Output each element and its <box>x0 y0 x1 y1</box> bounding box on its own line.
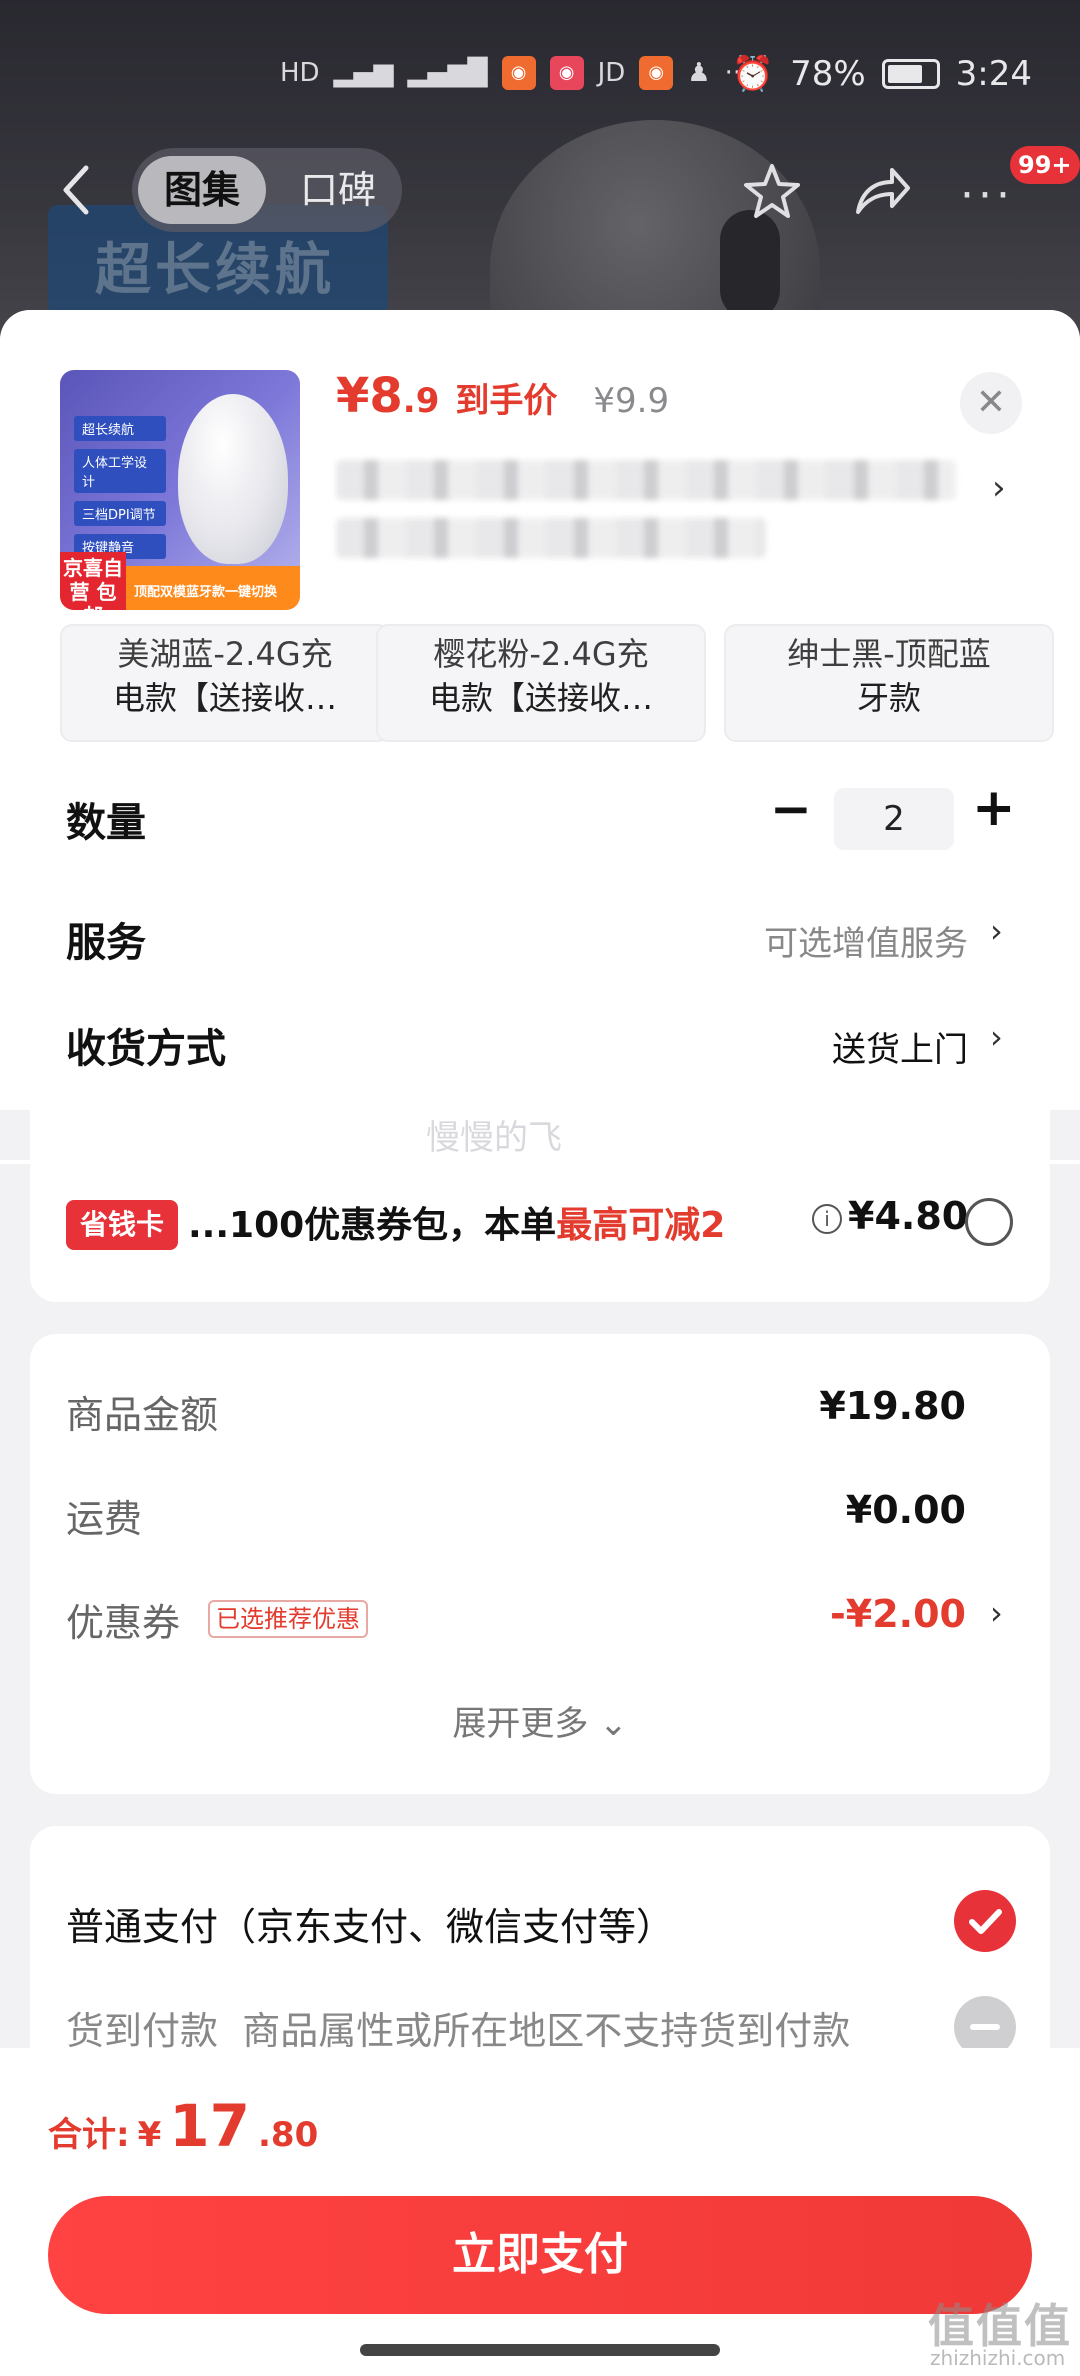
status-icons: HD ▂▄▆ ▂▄▆█ ◉ ◉ JD ◉ ♟ ··· <box>280 56 749 90</box>
share-icon[interactable] <box>852 162 912 220</box>
status-bar: HD ▂▄▆ ▂▄▆█ ◉ ◉ JD ◉ ♟ ··· ⏰ 78% 3:24 <box>0 40 1080 110</box>
user-watermark: 慢慢的飞 <box>426 1118 562 1158</box>
thumb-tag: 人体工学设计 <box>74 449 166 493</box>
product-thumbnail[interactable]: 超长续航 人体工学设计 三档DPI调节 按键静音 京喜自营 包邮 顶配双模蓝牙款… <box>60 370 300 610</box>
home-indicator[interactable] <box>360 2344 720 2356</box>
thumb-badge: 京喜自营 包邮 <box>60 552 126 610</box>
pay-now-button[interactable]: 立即支付 <box>48 2196 1032 2314</box>
total-amount: 合计: ¥17.80 <box>48 2092 319 2160</box>
close-button[interactable]: ✕ <box>960 372 1022 434</box>
mouse-image <box>178 394 288 564</box>
coupon-description: ...100优惠券包，本单最高可减2 <box>188 1205 726 1246</box>
chevron-right-icon[interactable]: › <box>990 1018 1003 1056</box>
quantity-decrease-button[interactable]: − <box>770 780 812 838</box>
service-value[interactable]: 可选增值服务 <box>764 916 968 965</box>
blurred-title <box>336 518 766 558</box>
shipping-value: ¥0.00 <box>845 1488 966 1532</box>
blurred-title <box>336 460 956 500</box>
thumb-footer-text: 顶配双模蓝牙款一键切换 <box>134 585 278 600</box>
tab-reviews[interactable]: 口碑 <box>278 156 398 224</box>
variant-option[interactable]: 绅士黑-顶配蓝 牙款 <box>724 624 1054 742</box>
thumb-tag: 三档DPI调节 <box>74 501 166 526</box>
favorite-star-icon[interactable] <box>740 160 804 224</box>
service-label: 服务 <box>66 920 146 966</box>
variant-option[interactable]: 樱花粉-2.4G充 电款【送接收… <box>376 624 706 742</box>
product-summary: 超长续航 人体工学设计 三档DPI调节 按键静音 京喜自营 包邮 顶配双模蓝牙款… <box>0 310 1080 644</box>
thumb-tag: 超长续航 <box>74 416 166 441</box>
coupon-card[interactable]: 省钱卡 ...100优惠券包，本单最高可减2 i ¥4.80 <box>30 1144 1050 1302</box>
quantity-input[interactable]: 2 <box>834 788 954 850</box>
battery-percent: 78% <box>790 54 866 94</box>
goods-amount-value: ¥19.80 <box>819 1384 966 1428</box>
final-price-label: 到手价 <box>455 381 558 421</box>
savings-card-tag: 省钱卡 <box>66 1200 179 1250</box>
clock: 3:24 <box>955 54 1032 94</box>
checkout-bar: 合计: ¥17.80 立即支付 <box>0 2048 1080 2376</box>
quantity-increase-button[interactable]: + <box>972 778 1016 838</box>
chevron-right-icon[interactable]: › <box>992 468 1006 508</box>
status-right: ⏰ 78% 3:24 <box>732 54 1032 94</box>
recommended-coupon-badge: 已选推荐优惠 <box>208 1600 368 1638</box>
delivery-label: 收货方式 <box>66 1026 226 1072</box>
coupon-select-radio[interactable] <box>965 1198 1013 1246</box>
signal-icon: ▂▄▆ <box>333 58 394 88</box>
alarm-icon: ⏰ <box>731 54 775 94</box>
app-notification-icon: ◉ <box>639 56 674 90</box>
coupon-price: ¥4.80 <box>848 1194 969 1238</box>
hd-icon: HD <box>280 58 320 88</box>
shipping-label: 运费 <box>66 1497 143 1541</box>
coupon-value[interactable]: -¥2.00 <box>666 1592 966 1636</box>
chevron-right-icon[interactable]: › <box>990 912 1003 950</box>
jd-icon: JD <box>597 58 626 88</box>
variant-option[interactable]: 美湖蓝-2.4G充 电款【送接收… <box>60 624 390 742</box>
site-watermark-url: zhizhizhi.com <box>930 2346 1066 2370</box>
more-icon[interactable]: ··· <box>960 170 1014 221</box>
battery-icon <box>881 59 940 89</box>
cod-option: 货到付款 商品属性或所在地区不支持货到付款 <box>66 2009 851 2053</box>
signal-4g-icon: ▂▄▆█ <box>407 58 488 88</box>
qq-icon: ♟ <box>687 58 711 88</box>
delivery-value[interactable]: 送货上门 <box>832 1022 968 1071</box>
info-icon[interactable]: i <box>812 1204 842 1234</box>
expand-more-button[interactable]: 展开更多 ⌄ <box>30 1696 1050 1745</box>
final-price: ¥8.9 <box>336 368 440 424</box>
message-badge: 99+ <box>1010 146 1080 184</box>
original-price: ¥9.9 <box>593 381 670 421</box>
options-panel: 美湖蓝-2.4G充 电款【送接收… 樱花粉-2.4G充 电款【送接收… 绅士黑-顶配… <box>0 624 1080 1064</box>
order-summary-card: 商品金额 ¥19.80 运费 ¥0.00 优惠券 已选推荐优惠 -¥2.00 ›… <box>30 1334 1050 1794</box>
checkmark-icon[interactable] <box>954 1890 1016 1952</box>
app-notification-icon: ◉ <box>501 56 536 90</box>
tab-gallery[interactable]: 图集 <box>138 156 266 224</box>
price-row: ¥8.9 到手价 ¥9.9 <box>336 368 669 424</box>
back-arrow-icon[interactable] <box>56 160 96 220</box>
quantity-label: 数量 <box>66 800 146 846</box>
normal-payment-option[interactable]: 普通支付（京东支付、微信支付等） <box>66 1896 674 1951</box>
goods-amount-label: 商品金额 <box>66 1393 219 1437</box>
coupon-label: 优惠券 <box>66 1601 181 1645</box>
app-notification-icon: ◉ <box>549 56 584 90</box>
chevron-right-icon[interactable]: › <box>990 1594 1003 1632</box>
